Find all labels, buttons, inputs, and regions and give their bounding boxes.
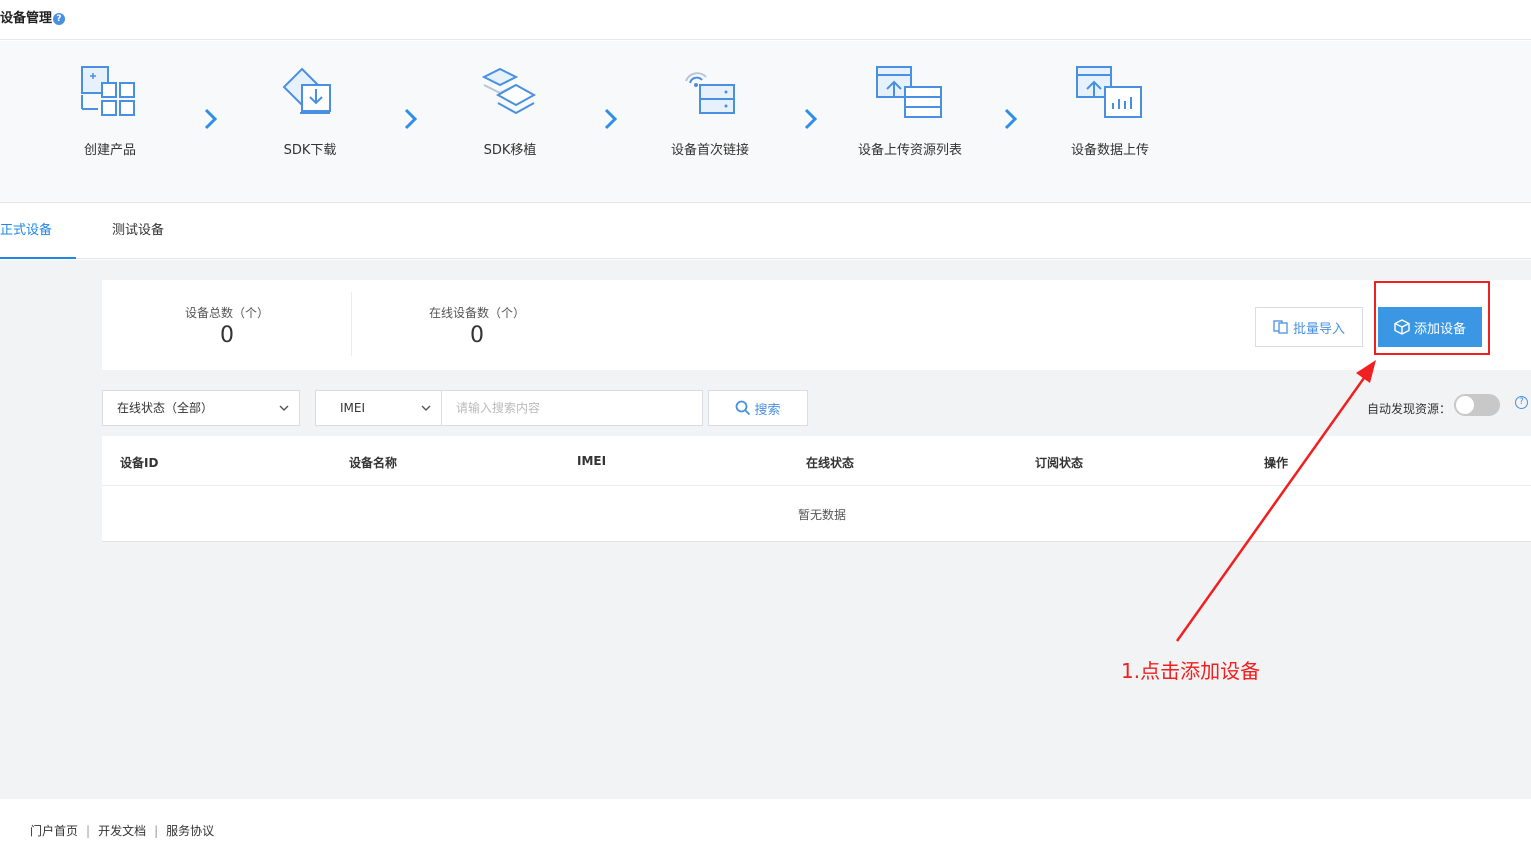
footer-link-docs[interactable]: 开发文档 <box>98 824 146 838</box>
footer-link-home[interactable]: 门户首页 <box>30 824 78 838</box>
annotation-text: 1.点击添加设备 <box>1121 659 1261 683</box>
footer-separator: | <box>86 824 91 838</box>
footer: 门户首页 | 开发文档 | 服务协议 <box>30 822 214 839</box>
footer-separator: | <box>154 824 159 838</box>
annotation-arrow <box>1175 360 1376 642</box>
footer-link-agreement[interactable]: 服务协议 <box>166 824 214 838</box>
